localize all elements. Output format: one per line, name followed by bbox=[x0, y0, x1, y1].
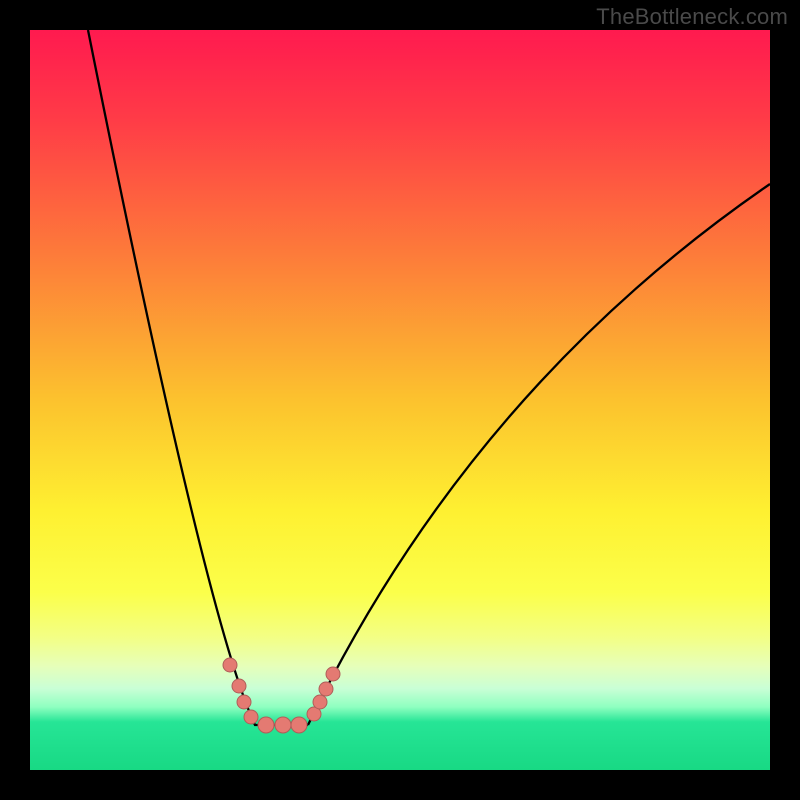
watermark-text: TheBottleneck.com bbox=[596, 4, 788, 30]
marker-dot bbox=[223, 658, 237, 672]
bottleneck-curve bbox=[88, 30, 770, 725]
marker-group bbox=[223, 658, 340, 733]
marker-dot bbox=[313, 695, 327, 709]
marker-dot bbox=[275, 717, 291, 733]
marker-dot bbox=[244, 710, 258, 724]
marker-dot bbox=[237, 695, 251, 709]
chart-frame: TheBottleneck.com bbox=[0, 0, 800, 800]
marker-dot bbox=[232, 679, 246, 693]
curve-layer bbox=[30, 30, 770, 770]
marker-dot bbox=[319, 682, 333, 696]
marker-dot bbox=[291, 717, 307, 733]
marker-dot bbox=[326, 667, 340, 681]
plot-area bbox=[30, 30, 770, 770]
marker-dot bbox=[258, 717, 274, 733]
